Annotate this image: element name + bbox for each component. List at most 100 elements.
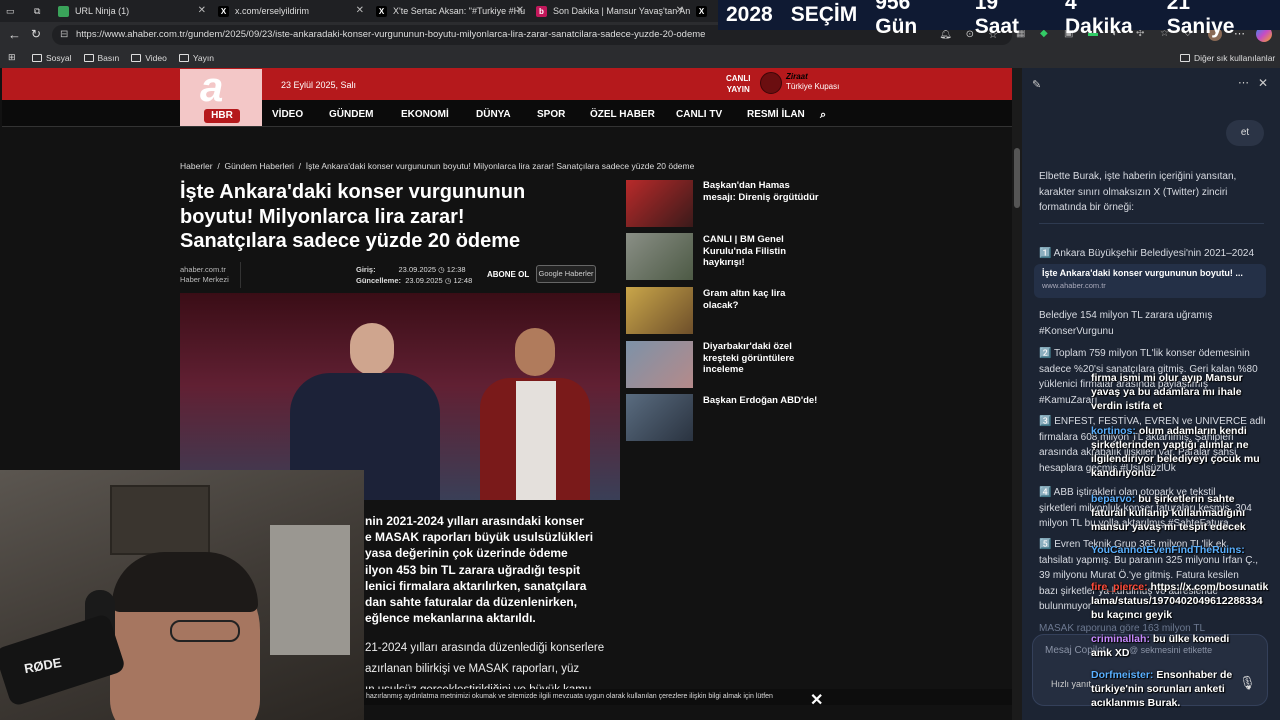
sidebar-news-item[interactable]: Gram altın kaç lira olacak? [703,288,785,311]
source-text: ahaber.com.tr [180,265,226,274]
bookmark-folder-video[interactable]: Video [131,53,167,63]
lead-line: dan sahte faturalar da düzenlenirken, [365,595,578,610]
news-thumbnail[interactable] [626,341,693,388]
news-thumbnail[interactable] [626,180,693,227]
page-scrollbar[interactable] [1012,68,1022,720]
nav-canli-tv[interactable]: CANLI TV [676,109,722,120]
folder-icon [32,54,42,62]
other-bookmarks[interactable]: Diğer sık kullanılanlar [1180,53,1275,63]
tab-x-sertac[interactable]: X X'te Sertac Aksan: "#Turkiye #Hu ✕ [370,0,530,22]
chat-username: kortinos: [1091,425,1136,437]
news-title-line: Diyarbakır'daki özel [703,341,792,352]
news-thumbnail[interactable] [626,287,693,334]
bookmarks-bar: ⊞ Sosyal Basın Video Yayın Diğer sık kul… [0,48,1280,68]
more-menu-icon[interactable]: ⋯ [1238,76,1249,89]
card-title: İşte Ankara'daki konser vurgununun boyut… [1042,268,1243,278]
back-icon[interactable]: ← [8,27,21,42]
bookmark-folder-yayin[interactable]: Yayın [178,53,214,63]
sidebar-news-item[interactable]: Başkan Erdoğan ABD'de! [703,395,817,407]
close-icon[interactable]: ✕ [516,5,524,16]
entry-date: 23.09.2025 [398,265,437,274]
sidebar-news-item[interactable]: Diyarbakır'daki özel kreşteki görüntüler… [703,341,794,376]
sidebar-news-item[interactable]: Başkan'dan Hamas mesajı: Direniş örgütüd… [703,180,819,203]
user-message: et [1226,120,1264,146]
close-icon[interactable]: ✕ [1258,76,1268,90]
chat-message: kortinos: olum adamların kendi şirketler… [1091,424,1280,480]
tab-title: URL Ninja (1) [75,6,130,16]
article-title: İşte Ankara'daki konser vurgununun boyut… [180,180,525,254]
bookmark-label: Yayın [192,53,214,63]
subscribe-button[interactable]: ABONE OL [487,270,529,279]
chat-message: beparvo: bu şirketlerin sahte faturalı k… [1091,492,1246,534]
tab-x-partial[interactable]: X [690,0,718,22]
close-icon[interactable]: ✕ [198,5,206,16]
body-line: 21-2024 yılları arasında düzenlediği kon… [365,642,605,654]
close-icon[interactable]: ✕ [356,5,364,16]
scrollbar-thumb[interactable] [1014,148,1020,208]
tab-title: x.com/erselyildirim [235,6,310,16]
nav-ozel-haber[interactable]: ÖZEL HABER [590,109,655,120]
chat-text: faturalı kullanıp kullanmadığını [1091,507,1246,519]
breadcrumb-link[interactable]: Haberler [180,161,213,171]
live-broadcast-link[interactable]: CANLI YAYIN [726,73,750,95]
chat-text: acıklanmıs Burak. [1091,697,1181,709]
close-icon[interactable]: ✕ [810,690,823,710]
nav-spor[interactable]: SPOR [537,109,565,120]
news-title-line: kreşteki görüntülere [703,352,795,364]
divider [240,262,241,288]
breadcrumb-link[interactable]: Gündem Haberleri [224,161,293,171]
x-logo-icon: X [696,5,707,17]
breadcrumb-current: İşte Ankara'daki konser vurgununun boyut… [305,161,695,171]
search-icon[interactable]: ⌕ [820,109,826,122]
other-bookmarks-label: Diğer sık kullanılanlar [1194,53,1276,63]
person-head [350,323,394,375]
site-info-icon[interactable]: ⊟ [60,25,68,45]
bookmark-folder-basin[interactable]: Basın [83,53,119,63]
close-icon[interactable]: ✕ [676,5,684,16]
google-news-button[interactable]: Google Haberler [536,265,596,283]
news-icon: b [536,5,547,17]
sidebar-toggle-icon[interactable]: ▭ [0,0,28,22]
ziraat-cup-link[interactable]: Ziraat Türkiye Kupası [786,72,839,92]
folder-icon [83,54,94,62]
x-logo-icon: X [218,5,229,17]
nav-gundem[interactable]: GÜNDEM [329,109,373,120]
chat-text: şirketlerinden yaptığı alımlar ne [1091,439,1249,451]
tab-x-ersel[interactable]: X x.com/erselyildirim ✕ [212,0,370,22]
tab-son-dakika[interactable]: b Son Dakika | Mansur Yavaş'tan An ✕ [530,0,690,22]
nav-ekonomi[interactable]: EKONOMİ [401,109,449,120]
lead-line: ilyon 453 bin TL zarara uğradığı tespit [365,562,581,577]
tab-actions-icon[interactable]: ⧉ [28,0,52,22]
article-source: ahaber.com.tr Haber Merkezi [180,265,229,285]
microphone-icon[interactable]: 🎙︎ [1239,675,1256,691]
streamer-hair [112,552,258,612]
tab-url-ninja[interactable]: URL Ninja (1) ✕ [52,0,212,22]
news-title-line: inceleme [703,364,744,375]
chat-username: beparvo: [1091,493,1136,505]
chat-text: https://x.com/bosunatik [1150,581,1269,593]
nav-video[interactable]: VİDEO [272,109,303,120]
chat-text: yavaş ya bu adamlara mı ihale [1091,386,1242,398]
clock-icon: ◷ [438,265,445,274]
news-title-line: Gram altın kaç lira [703,288,786,299]
chat-text: amk XD [1091,647,1130,659]
folder-icon [1180,54,1190,62]
bookmark-folder-sosyal[interactable]: Sosyal [32,53,72,63]
nav-dunya[interactable]: DÜNYA [476,109,511,120]
lead-line: yasa değerinin çok üzerinde ödeme [365,546,568,561]
countdown-minutes: 4 Dakika [1064,0,1133,38]
news-thumbnail[interactable] [626,394,693,441]
reading-list-icon[interactable]: ⊞ [8,52,16,63]
breadcrumb: Haberler / Gündem Haberleri / İşte Ankar… [180,161,694,171]
mode-selector[interactable]: Hızlı yanıt [1051,679,1091,689]
new-chat-icon[interactable]: ✎ [1032,78,1041,91]
update-time: 12:48 [453,276,473,285]
nav-resmi-ilan[interactable]: RESMİ İLAN [747,109,805,120]
folder-icon [178,54,189,62]
source-card[interactable]: İşte Ankara'daki konser vurgununun boyut… [1034,264,1266,298]
news-thumbnail[interactable] [626,233,693,280]
bookmark-label: Sosyal [46,53,72,63]
refresh-icon[interactable]: ↻ [31,27,41,41]
sidebar-news-item[interactable]: CANLI | BM Genel Kurulu'nda Filistin hay… [703,234,786,269]
site-logo[interactable]: a HBR [180,63,262,126]
